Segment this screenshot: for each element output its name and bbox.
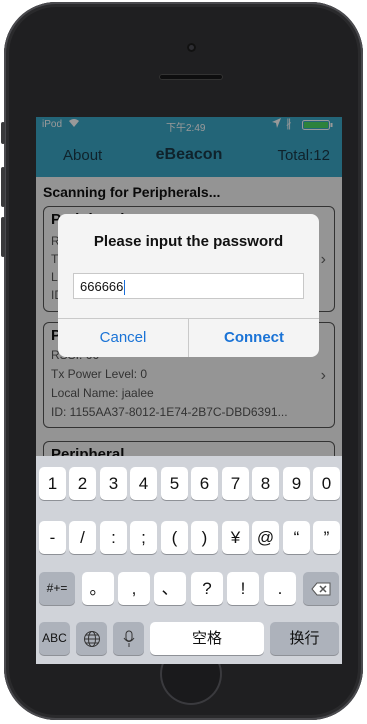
key[interactable]: . bbox=[264, 572, 296, 605]
abc-key[interactable]: ABC bbox=[39, 622, 70, 655]
dictation-key[interactable] bbox=[113, 622, 144, 655]
key[interactable]: @ bbox=[252, 521, 279, 554]
key[interactable]: 2 bbox=[69, 467, 96, 500]
cancel-button[interactable]: Cancel bbox=[58, 318, 188, 357]
key[interactable]: 1 bbox=[39, 467, 66, 500]
key[interactable]: 。 bbox=[82, 572, 114, 605]
key[interactable]: , bbox=[118, 572, 150, 605]
space-key[interactable]: 空格 bbox=[150, 622, 264, 655]
key[interactable]: 7 bbox=[222, 467, 249, 500]
password-input[interactable]: 666666 bbox=[73, 273, 304, 299]
front-camera bbox=[187, 43, 196, 52]
key[interactable]: 4 bbox=[130, 467, 157, 500]
key[interactable]: ¥ bbox=[222, 521, 249, 554]
key[interactable]: 6 bbox=[191, 467, 218, 500]
key[interactable]: 8 bbox=[252, 467, 279, 500]
key[interactable]: 、 bbox=[154, 572, 186, 605]
key[interactable]: ) bbox=[191, 521, 218, 554]
key[interactable]: ? bbox=[191, 572, 223, 605]
volume-up-button bbox=[1, 167, 5, 207]
connect-button[interactable]: Connect bbox=[189, 318, 319, 357]
earpiece-speaker bbox=[159, 74, 223, 80]
symbols-key[interactable]: #+= bbox=[39, 572, 75, 605]
dialog-title: Please input the password bbox=[93, 233, 284, 250]
return-key[interactable]: 换行 bbox=[270, 622, 339, 655]
key[interactable]: 0 bbox=[313, 467, 340, 500]
mute-switch bbox=[1, 122, 5, 144]
key[interactable]: ! bbox=[227, 572, 259, 605]
phone-frame: iPod 下午2:49 ∦ About eBeacon Total:12 Sca… bbox=[1, 2, 363, 720]
text-caret bbox=[124, 280, 126, 296]
key[interactable]: ; bbox=[130, 521, 157, 554]
globe-key[interactable] bbox=[76, 622, 107, 655]
key[interactable]: 3 bbox=[100, 467, 127, 500]
key[interactable]: ” bbox=[313, 521, 340, 554]
key[interactable]: : bbox=[100, 521, 127, 554]
key[interactable]: - bbox=[39, 521, 66, 554]
screen: iPod 下午2:49 ∦ About eBeacon Total:12 Sca… bbox=[36, 117, 342, 664]
password-value: 666666 bbox=[80, 279, 124, 294]
key[interactable]: 5 bbox=[161, 467, 188, 500]
backspace-icon bbox=[311, 582, 331, 596]
key[interactable]: “ bbox=[283, 521, 310, 554]
volume-down-button bbox=[1, 217, 5, 257]
globe-icon bbox=[83, 630, 100, 647]
delete-key[interactable] bbox=[303, 572, 339, 605]
microphone-icon bbox=[123, 630, 134, 647]
key[interactable]: 9 bbox=[283, 467, 310, 500]
key[interactable]: ( bbox=[161, 521, 188, 554]
key[interactable]: / bbox=[69, 521, 96, 554]
keyboard: 1 2 3 4 5 6 7 8 9 0 - / : ; ( ) ¥ @ “ ” … bbox=[36, 456, 342, 664]
password-dialog: Please input the password 666666 Cancel … bbox=[58, 214, 319, 357]
